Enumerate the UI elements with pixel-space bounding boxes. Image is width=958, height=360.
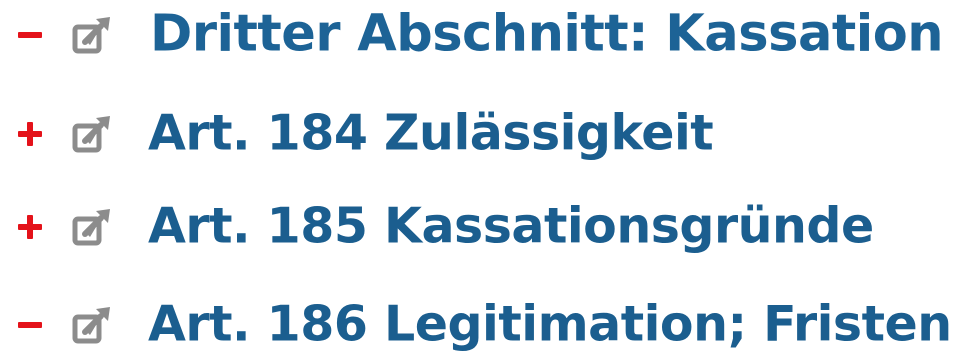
article-title-link[interactable]: Art. 185 Kassationsgründe [148, 197, 874, 254]
plus-icon-vertical [27, 215, 33, 239]
article-title-link[interactable]: Art. 184 Zulässigkeit [148, 104, 714, 161]
external-link-icon[interactable] [72, 15, 112, 55]
minus-icon [18, 322, 42, 328]
expand-toggle[interactable] [14, 116, 50, 152]
plus-icon-vertical [27, 122, 33, 146]
external-link-icon[interactable] [72, 114, 112, 154]
article-title-link[interactable]: Art. 186 Legitimation; Fristen [148, 295, 952, 352]
collapse-toggle[interactable] [14, 307, 50, 343]
collapse-toggle[interactable] [14, 17, 50, 53]
external-link-icon[interactable] [72, 207, 112, 247]
minus-icon [18, 32, 42, 38]
section-title-link[interactable]: Dritter Abschnitt: Kassation [150, 4, 944, 63]
external-link-icon[interactable] [72, 305, 112, 345]
toc-tree: Dritter Abschnitt: Kassation Art. 184 Zu… [0, 0, 958, 356]
expand-toggle[interactable] [14, 209, 50, 245]
